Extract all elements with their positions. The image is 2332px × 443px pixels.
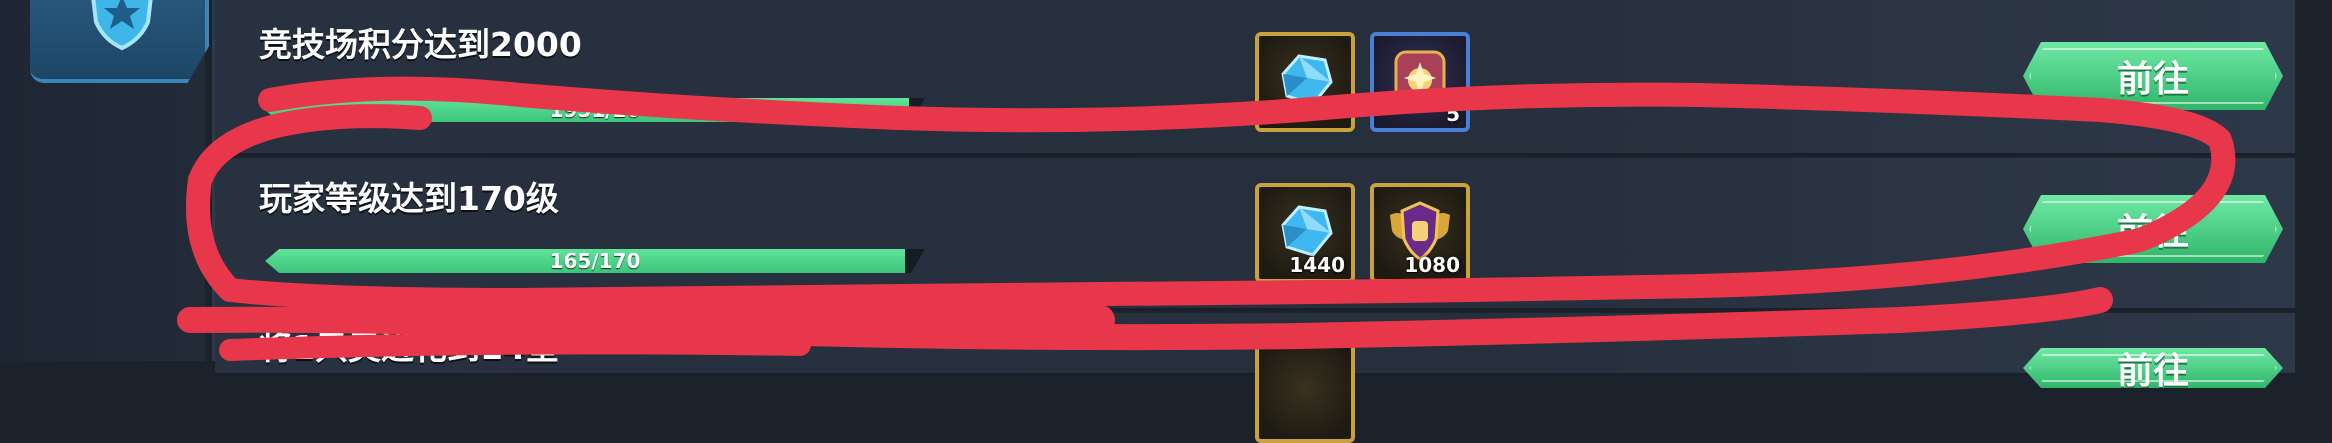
reward-amount: 1080 (1404, 253, 1460, 277)
reward-amount: 1440 (1289, 253, 1345, 277)
task-row: 将1只灵进化到14星 前往 (215, 313, 2295, 443)
task-row: 玩家等级达到170级 165/170 1440 1080 前往 (215, 158, 2295, 311)
progress-bar: 1951/20 (265, 98, 925, 122)
task-title: 将1只灵进化到14星 (259, 328, 559, 367)
reward-item[interactable] (1255, 343, 1355, 443)
progress-bar: 165/170 (265, 249, 925, 273)
blue-crystal-icon (1281, 54, 1333, 106)
left-category-rail (0, 0, 209, 361)
task-title: 竞技场积分达到2000 (259, 25, 582, 64)
task-row: 竞技场积分达到2000 1951/20 5 前往 (215, 0, 2295, 156)
task-title: 玩家等级达到170级 (259, 179, 559, 218)
go-button[interactable]: 前往 (2023, 195, 2283, 263)
reward-item[interactable]: 1440 (1255, 183, 1355, 283)
reward-item[interactable]: 1080 (1370, 183, 1470, 283)
go-button[interactable]: 前往 (2023, 42, 2283, 110)
shield-star-icon (91, 0, 153, 51)
reward-item[interactable] (1255, 32, 1355, 132)
progress-text: 165/170 (549, 249, 641, 273)
go-button[interactable]: 前往 (2023, 348, 2283, 388)
reward-amount: 5 (1446, 102, 1460, 126)
progress-text: 1951/20 (549, 98, 641, 122)
reward-item[interactable]: 5 (1370, 32, 1470, 132)
